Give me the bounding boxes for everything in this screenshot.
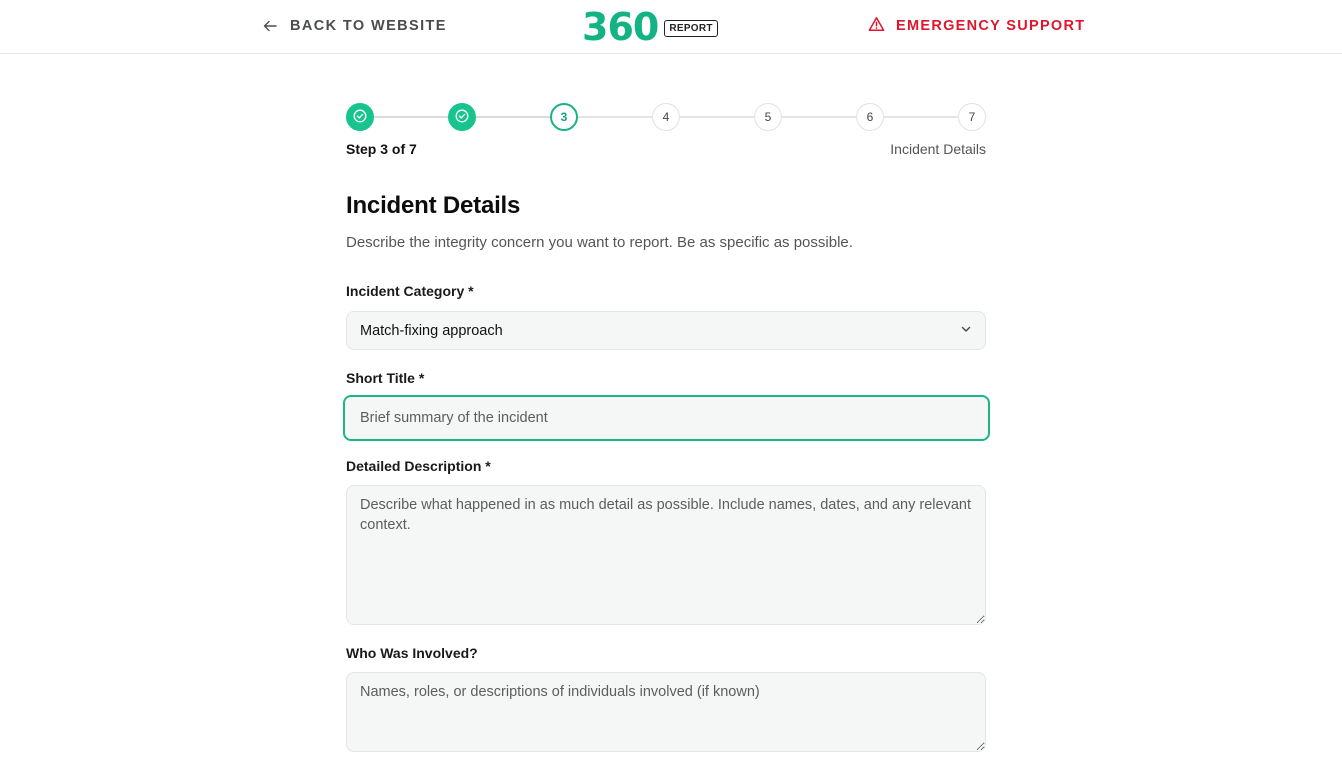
- step-connector: [884, 116, 958, 118]
- step-name: Incident Details: [890, 141, 986, 157]
- step-connector: [578, 116, 652, 118]
- step-1-complete: [346, 103, 374, 131]
- warning-triangle-icon: [868, 16, 885, 37]
- short-title-input[interactable]: [343, 395, 990, 441]
- detailed-description-textarea[interactable]: [346, 485, 986, 625]
- check-circle-icon: [455, 109, 469, 126]
- step-connector: [680, 116, 754, 118]
- step-4: 4: [652, 103, 680, 131]
- logo[interactable]: 360 REPORT: [582, 8, 718, 46]
- chevron-down-icon: [960, 322, 972, 340]
- emergency-support-label: EMERGENCY SUPPORT: [896, 18, 1086, 34]
- page-description: Describe the integrity concern you want …: [346, 234, 853, 251]
- step-2-complete: [448, 103, 476, 131]
- progress-stepper: 3 4 5 6 7: [346, 103, 986, 131]
- top-bar: BACK TO WEBSITE 360 REPORT EMERGENCY SUP…: [0, 0, 1342, 54]
- step-connector: [782, 116, 856, 118]
- step-3-current: 3: [550, 103, 578, 131]
- step-connector: [374, 116, 448, 118]
- check-circle-icon: [353, 109, 367, 126]
- incident-category-select[interactable]: Match-fixing approach: [346, 311, 986, 350]
- page-title: Incident Details: [346, 192, 521, 219]
- logo-text: 360: [582, 5, 659, 49]
- arrow-left-icon: [262, 18, 278, 34]
- step-connector: [476, 116, 550, 118]
- back-to-website-link[interactable]: BACK TO WEBSITE: [262, 15, 447, 37]
- logo-badge: REPORT: [664, 19, 718, 37]
- detailed-description-label: Detailed Description *: [346, 458, 491, 474]
- step-count: Step 3 of 7: [346, 141, 417, 157]
- who-was-involved-label: Who Was Involved?: [346, 645, 478, 661]
- incident-category-value: Match-fixing approach: [360, 322, 503, 339]
- incident-category-label: Incident Category *: [346, 283, 474, 299]
- step-7: 7: [958, 103, 986, 131]
- short-title-label: Short Title *: [346, 370, 425, 386]
- emergency-support-link[interactable]: EMERGENCY SUPPORT: [868, 15, 1085, 37]
- back-to-website-label: BACK TO WEBSITE: [290, 18, 447, 34]
- who-was-involved-textarea[interactable]: [346, 672, 986, 752]
- step-5: 5: [754, 103, 782, 131]
- step-6: 6: [856, 103, 884, 131]
